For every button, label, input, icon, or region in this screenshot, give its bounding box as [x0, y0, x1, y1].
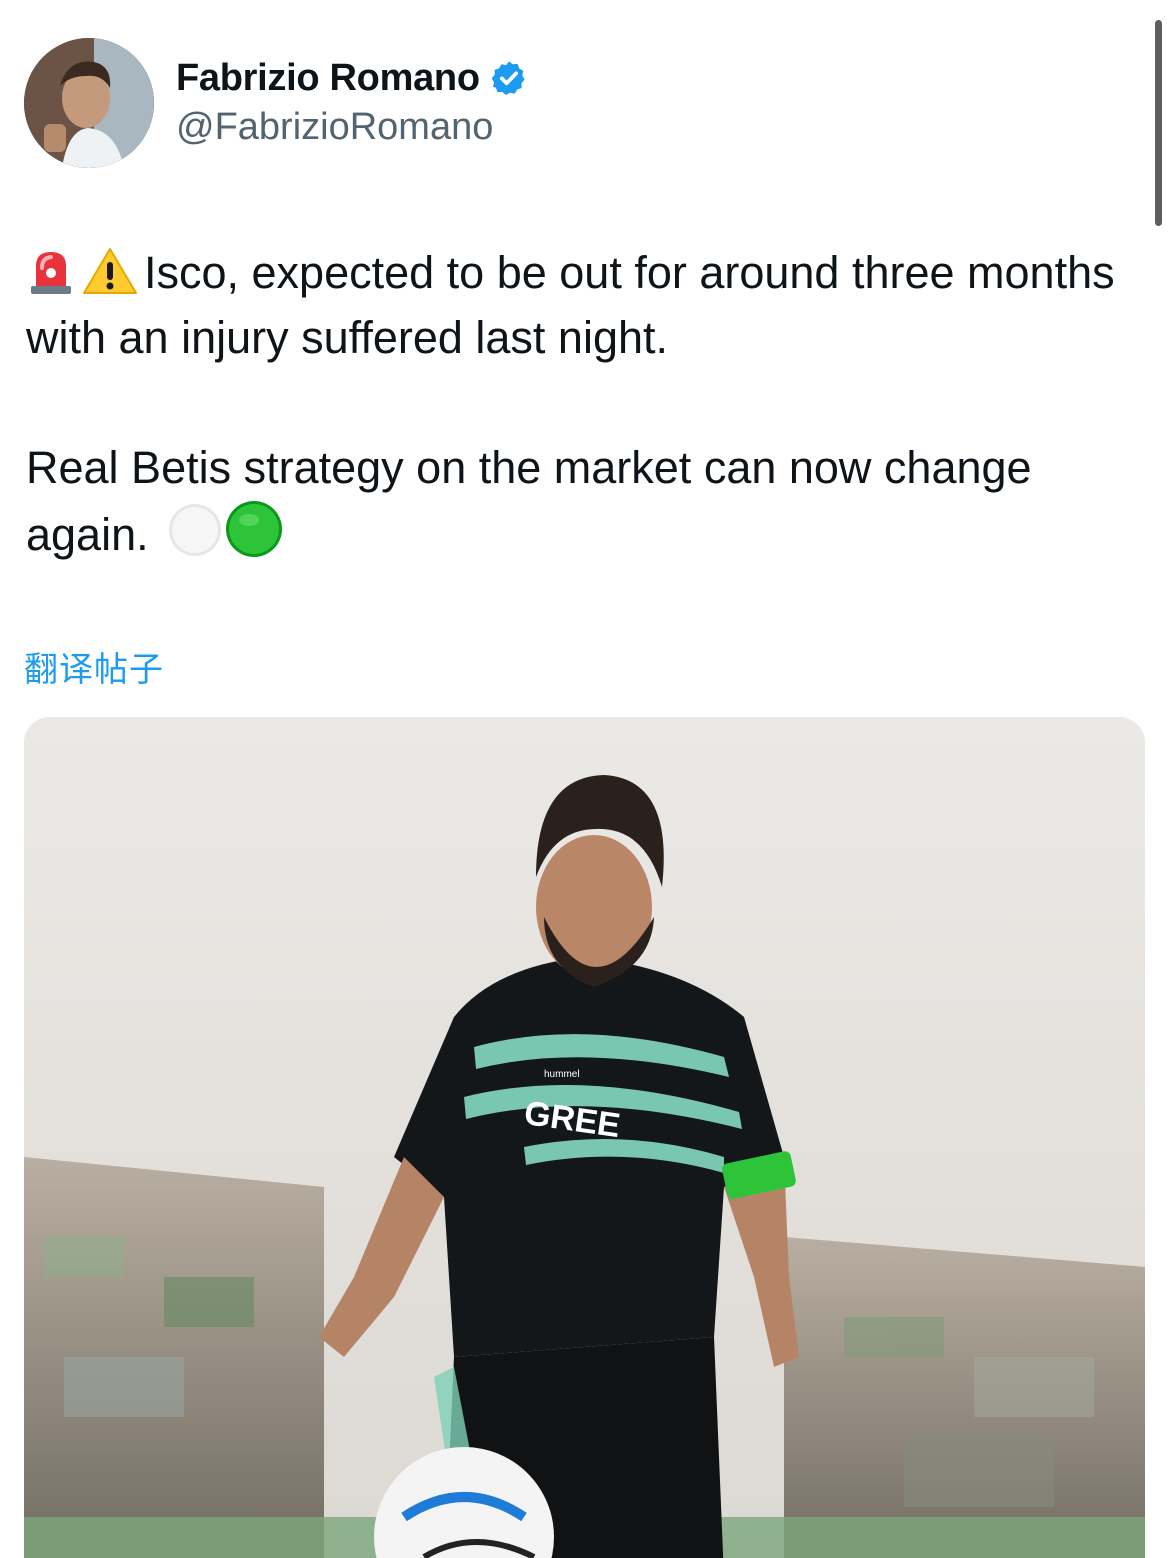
white-circle-emoji	[169, 504, 222, 556]
scrollbar[interactable]	[1155, 20, 1162, 226]
tweet-paragraph-1: Isco, expected to be out for around thre…	[26, 240, 1136, 370]
tweet-media-image[interactable]: GREE hummel	[24, 717, 1145, 1558]
siren-emoji	[31, 252, 71, 294]
translate-post-link[interactable]: 翻译帖子	[24, 642, 164, 691]
author-name-row: Fabrizio Romano	[176, 54, 528, 102]
avatar[interactable]	[24, 38, 154, 168]
author-name[interactable]: Fabrizio Romano	[176, 57, 480, 100]
player-photo: GREE hummel	[24, 717, 1145, 1558]
green-circle-emoji	[226, 501, 283, 557]
kit-maker-text: hummel	[544, 1069, 580, 1080]
author-info: Fabrizio Romano @FabrizioRomano	[176, 54, 528, 149]
verified-badge-icon	[491, 61, 525, 95]
tweet-text: Isco, expected to be out for around thre…	[26, 240, 1136, 567]
warning-emoji	[83, 248, 137, 294]
tweet-paragraph-1-text: Isco, expected to be out for around thre…	[26, 247, 1115, 363]
author-handle[interactable]: @FabrizioRomano	[176, 106, 528, 149]
tweet-paragraph-2: Real Betis strategy on the market can no…	[26, 435, 1136, 567]
tweet-view: Fabrizio Romano @FabrizioRomano Isco, ex…	[0, 0, 1170, 1558]
avatar-photo	[24, 38, 154, 168]
